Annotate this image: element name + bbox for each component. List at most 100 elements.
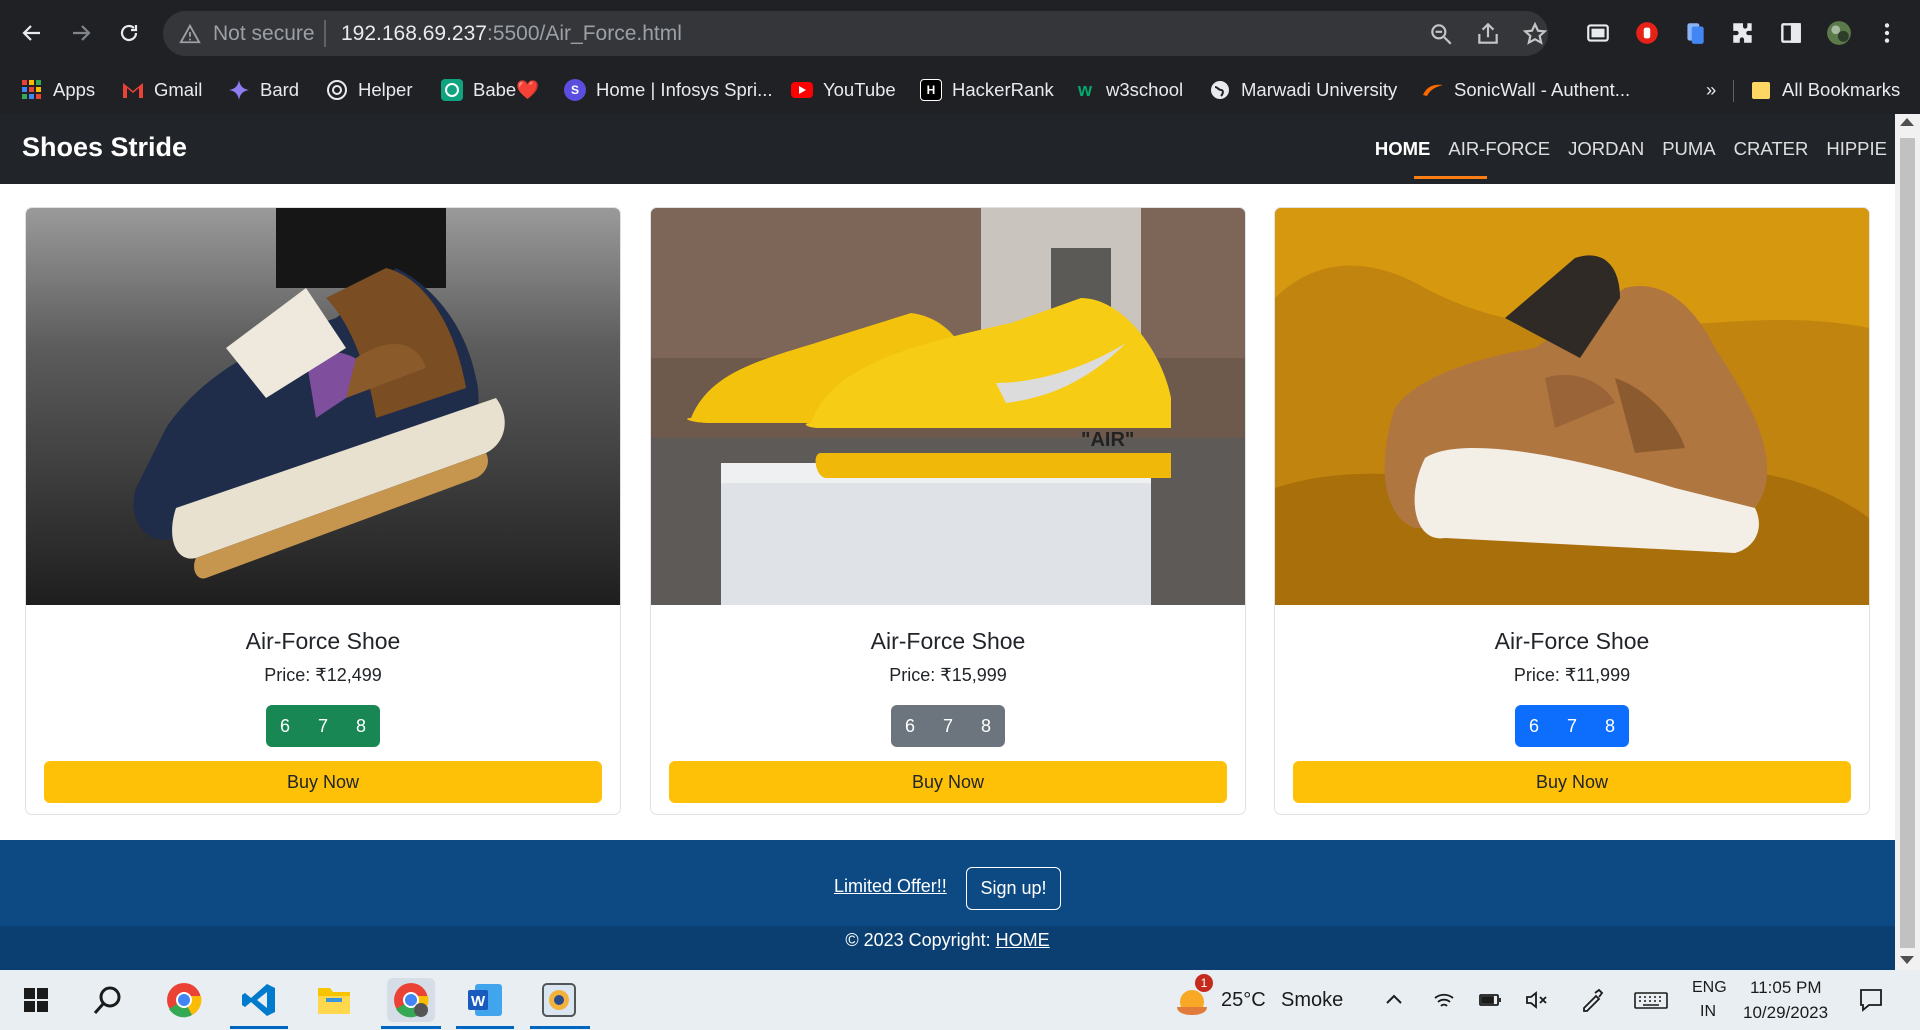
language-region[interactable]: IN <box>1700 1003 1716 1021</box>
bookmark-label: Helper <box>358 79 413 100</box>
more-menu-icon[interactable] <box>1872 18 1902 48</box>
clock-date[interactable]: 10/29/2023 <box>1743 1003 1828 1023</box>
weather-temp[interactable]: 25°C <box>1221 989 1266 1012</box>
bookmarks-overflow-button[interactable]: » <box>1706 76 1716 104</box>
language-code[interactable]: ENG <box>1692 979 1727 997</box>
size-option[interactable]: 6 <box>891 705 929 747</box>
limited-offer-link[interactable]: Limited Offer!! <box>834 876 947 897</box>
copyright-home-link[interactable]: HOME <box>996 930 1050 950</box>
nav-home[interactable]: HOME <box>1375 138 1431 160</box>
bookmarks-bar: Apps Gmail Bard Helper Babe❤️ S Home | I… <box>0 66 1920 114</box>
site-brand[interactable]: Shoes Stride <box>22 132 187 163</box>
keyboard-icon[interactable] <box>1634 988 1668 1012</box>
size-option[interactable]: 7 <box>304 705 342 747</box>
paint-app-icon[interactable] <box>537 978 581 1022</box>
extension-red-icon[interactable] <box>1632 18 1662 48</box>
all-bookmarks-button[interactable]: All Bookmarks <box>1750 76 1900 104</box>
size-option[interactable]: 8 <box>342 705 380 747</box>
size-option[interactable]: 6 <box>266 705 304 747</box>
omnibox-divider <box>324 20 326 47</box>
forward-arrow-icon[interactable] <box>65 17 97 49</box>
notification-center-icon[interactable] <box>1858 987 1884 1013</box>
extensions-puzzle-icon[interactable] <box>1728 18 1758 48</box>
security-label[interactable]: Not secure <box>213 22 315 46</box>
size-option[interactable]: 8 <box>1591 705 1629 747</box>
buy-now-button[interactable]: Buy Now <box>44 761 602 803</box>
size-selector: 6 7 8 <box>1515 705 1629 747</box>
chrome-active-app-icon[interactable] <box>387 978 435 1022</box>
product-title: Air-Force Shoe <box>1494 628 1650 654</box>
bookmark-helper[interactable]: Helper <box>326 76 413 104</box>
scroll-down-arrow-icon[interactable] <box>1900 956 1914 964</box>
reload-icon[interactable] <box>113 17 145 49</box>
nav-hippie[interactable]: HIPPIE <box>1826 138 1887 160</box>
bookmark-gmail[interactable]: Gmail <box>122 76 202 104</box>
scroll-thumb[interactable] <box>1900 138 1915 948</box>
nav-crater[interactable]: CRATER <box>1734 138 1809 160</box>
hackerrank-icon: H <box>920 79 942 101</box>
size-option[interactable]: 7 <box>929 705 967 747</box>
windows-start-icon[interactable] <box>14 978 58 1022</box>
word-app-icon[interactable]: W <box>463 978 507 1022</box>
nav-puma[interactable]: PUMA <box>1662 138 1715 160</box>
search-icon[interactable] <box>86 978 130 1022</box>
weather-icon[interactable]: 1 <box>1170 974 1214 1022</box>
vscode-app-icon[interactable] <box>237 978 281 1022</box>
file-explorer-app-icon[interactable] <box>312 978 356 1022</box>
w3school-icon: w <box>1077 79 1092 100</box>
tab-search-icon[interactable] <box>1583 18 1613 48</box>
notification-badge: 1 <box>1195 974 1213 992</box>
volume-muted-icon[interactable] <box>1524 988 1548 1012</box>
bookmark-label: Babe❤️ <box>473 79 540 100</box>
chevron-up-icon[interactable] <box>1382 988 1406 1012</box>
size-option[interactable]: 8 <box>967 705 1005 747</box>
site-navbar: Shoes Stride HOME AIR-FORCE JORDAN PUMA … <box>0 114 1895 184</box>
share-icon[interactable] <box>1475 21 1501 47</box>
weather-desc[interactable]: Smoke <box>1281 989 1343 1012</box>
bookmark-sonicwall[interactable]: SonicWall - Authent... <box>1422 76 1630 104</box>
wifi-icon[interactable] <box>1432 988 1456 1012</box>
bookmark-youtube[interactable]: YouTube <box>791 76 896 104</box>
bookmark-babe[interactable]: Babe❤️ <box>441 76 539 104</box>
url-text[interactable]: 192.168.69.237:5500/Air_Force.html <box>341 22 682 46</box>
bookmark-label: Marwadi University <box>1241 79 1398 100</box>
bookmark-w3school[interactable]: w w3school <box>1074 76 1183 104</box>
bookmark-label: SonicWall - Authent... <box>1454 79 1631 100</box>
product-image <box>26 208 620 605</box>
bookmark-hackerrank[interactable]: H HackerRank <box>920 76 1054 104</box>
size-option[interactable]: 6 <box>1515 705 1553 747</box>
chrome-app-icon[interactable] <box>162 978 206 1022</box>
side-panel-icon[interactable] <box>1776 18 1806 48</box>
product-title: Air-Force Shoe <box>245 628 401 654</box>
bookmark-marwadi[interactable]: Marwadi University <box>1209 76 1397 104</box>
gmail-icon <box>122 79 144 101</box>
extension-docs-icon[interactable] <box>1680 18 1710 48</box>
profile-avatar[interactable] <box>1824 18 1854 48</box>
copyright-text: © 2023 Copyright: HOME <box>0 930 1895 951</box>
product-card: "AIR" Air-Force Shoe Price: ₹15,999 6 7 … <box>650 207 1246 815</box>
bookmarks-divider <box>1733 80 1734 102</box>
bookmark-star-icon[interactable] <box>1522 21 1548 47</box>
nav-jordan[interactable]: JORDAN <box>1568 138 1644 160</box>
bookmark-infosys[interactable]: S Home | Infosys Spri... <box>564 76 773 104</box>
nav-air-force[interactable]: AIR-FORCE <box>1448 138 1550 160</box>
clock-time[interactable]: 11:05 PM <box>1750 978 1822 998</box>
size-selector: 6 7 8 <box>891 705 1005 747</box>
product-price: Price: ₹12,499 <box>264 665 382 685</box>
back-arrow-icon[interactable] <box>16 17 48 49</box>
buy-now-button[interactable]: Buy Now <box>669 761 1227 803</box>
zoom-icon[interactable] <box>1428 21 1454 47</box>
bard-icon <box>228 79 250 101</box>
address-bar[interactable]: Not secure 192.168.69.237:5500/Air_Force… <box>163 11 1548 56</box>
page-scrollbar[interactable] <box>1895 114 1920 970</box>
bookmark-bard[interactable]: Bard <box>228 76 299 104</box>
signup-button[interactable]: Sign up! <box>966 867 1061 910</box>
scroll-up-arrow-icon[interactable] <box>1900 118 1914 126</box>
site-footer: Limited Offer!! Sign up! © 2023 Copyrigh… <box>0 840 1895 970</box>
size-option[interactable]: 7 <box>1553 705 1591 747</box>
pen-icon[interactable] <box>1580 988 1604 1012</box>
bookmark-apps[interactable]: Apps <box>21 76 95 104</box>
buy-now-button[interactable]: Buy Now <box>1293 761 1851 803</box>
battery-icon[interactable] <box>1478 988 1502 1012</box>
bookmark-label: Home | Infosys Spri... <box>596 79 773 100</box>
